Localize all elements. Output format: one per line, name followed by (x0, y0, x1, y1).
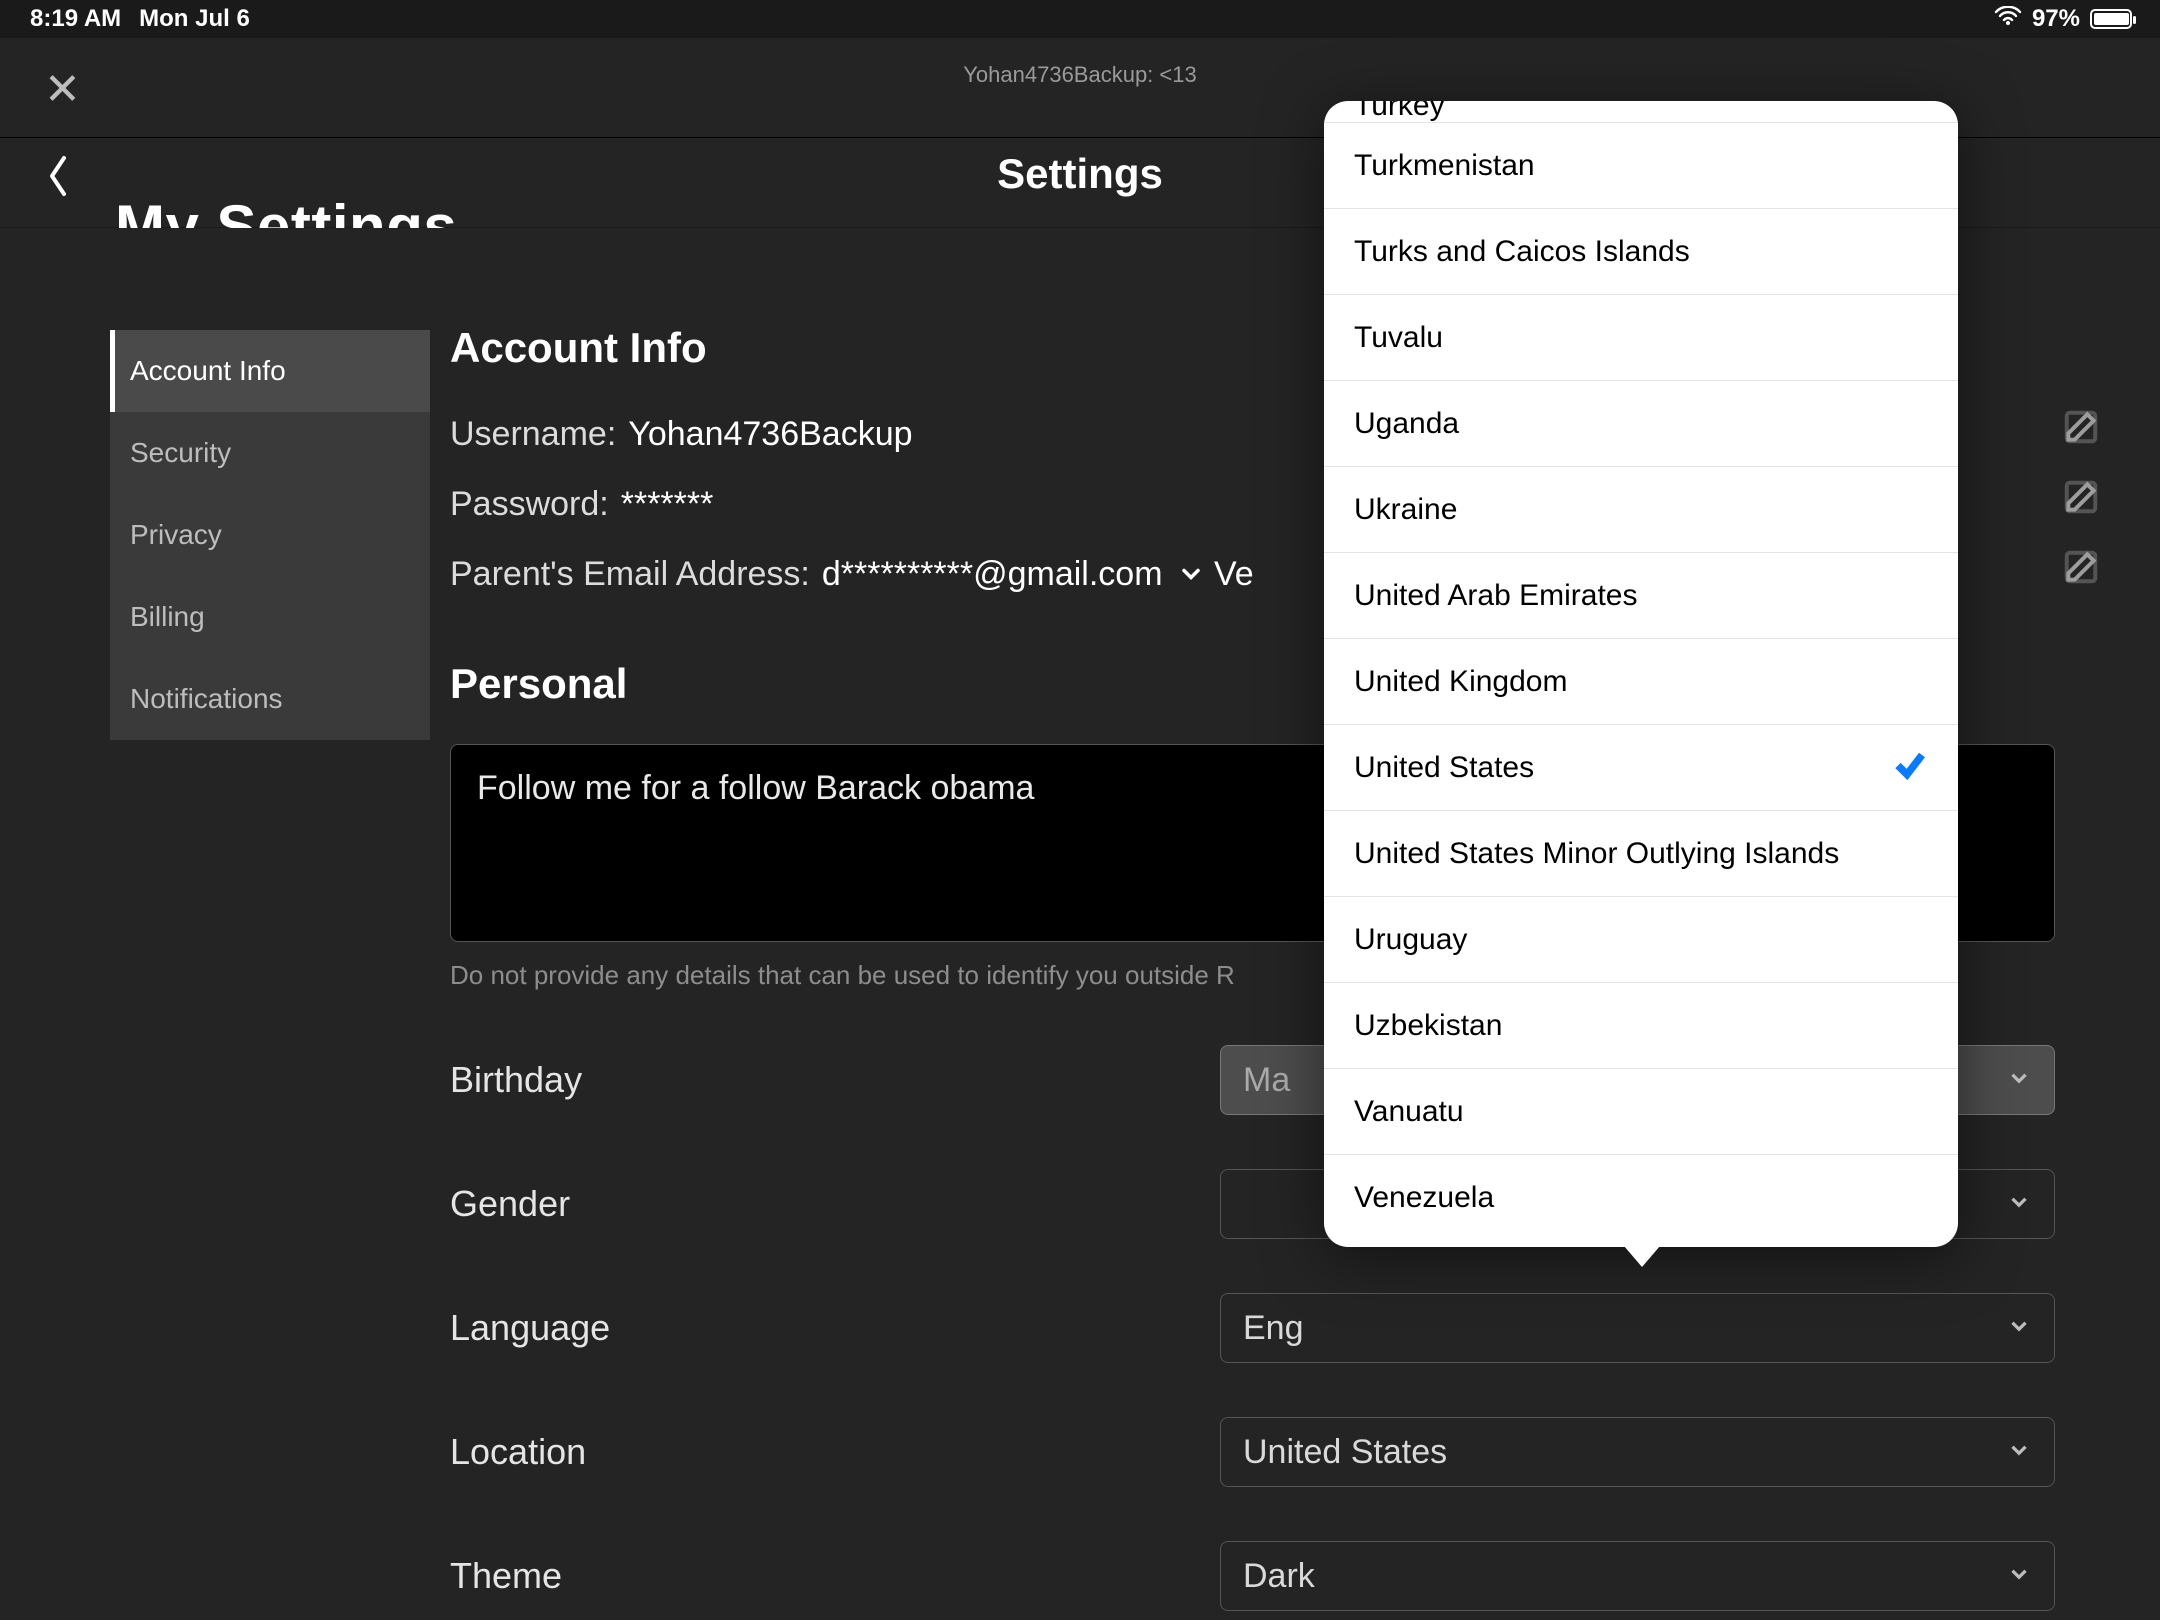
sidebar-item-label: Notifications (130, 683, 283, 715)
country-option-label: Venezuela (1354, 1181, 1494, 1215)
country-option-label: Uzbekistan (1354, 1009, 1502, 1043)
country-option-label: Tuvalu (1354, 321, 1443, 355)
sidebar-item-label: Security (130, 437, 231, 469)
chevron-down-icon (2006, 1309, 2032, 1348)
chevron-down-icon (2006, 1433, 2032, 1472)
sidebar-item-security[interactable]: Security (110, 412, 430, 494)
country-option[interactable]: Vanuatu (1324, 1069, 1958, 1155)
country-option-label: Turkmenistan (1354, 149, 1535, 183)
country-option-label: Vanuatu (1354, 1095, 1464, 1129)
location-select[interactable]: United States (1220, 1417, 2055, 1487)
verified-label: Ve (1214, 555, 1254, 594)
parent-email-value: d**********@gmail.com (822, 555, 1163, 594)
sidebar-item-billing[interactable]: Billing (110, 576, 430, 658)
language-select[interactable]: Eng (1220, 1293, 2055, 1363)
country-option-label: United States Minor Outlying Islands (1354, 837, 1839, 871)
sidebar-item-notifications[interactable]: Notifications (110, 658, 430, 740)
chevron-down-icon (1177, 560, 1205, 588)
country-option-label: United Kingdom (1354, 665, 1567, 699)
battery-icon (2090, 9, 2132, 29)
status-date: Mon Jul 6 (139, 5, 250, 33)
location-label: Location (450, 1431, 1220, 1473)
country-option-label: United Arab Emirates (1354, 579, 1637, 613)
country-option-label: United States (1354, 751, 1534, 785)
country-option[interactable]: United Arab Emirates (1324, 553, 1958, 639)
sidebar-item-label: Billing (130, 601, 205, 633)
country-option[interactable]: Venezuela (1324, 1155, 1958, 1241)
chevron-down-icon (2006, 1185, 2032, 1224)
wifi-icon (1994, 5, 2022, 33)
sidebar-item-label: Privacy (130, 519, 222, 551)
language-label: Language (450, 1307, 1220, 1349)
sidebar-item-label: Account Info (130, 355, 286, 387)
password-label: Password: (450, 485, 609, 524)
status-bar: 8:19 AM Mon Jul 6 97% (0, 0, 2160, 38)
country-option[interactable]: Tuvalu (1324, 295, 1958, 381)
theme-label: Theme (450, 1555, 1220, 1597)
gender-label: Gender (450, 1183, 1220, 1225)
location-popover[interactable]: Turkey Turkmenistan Turks and Caicos Islan… (1324, 101, 1958, 1247)
account-subtitle: Yohan4736Backup: <13 (963, 62, 1196, 88)
country-option[interactable]: United States Minor Outlying Islands (1324, 811, 1958, 897)
verified-indicator: Ve (1177, 555, 1254, 594)
popover-arrow-icon (1618, 1239, 1666, 1267)
sidebar: Account Info Security Privacy Billing No… (110, 330, 430, 740)
birthday-label: Birthday (450, 1059, 1220, 1101)
location-value: United States (1243, 1433, 1447, 1472)
country-option[interactable]: Turks and Caicos Islands (1324, 209, 1958, 295)
country-option[interactable]: Turkmenistan (1324, 123, 1958, 209)
country-option[interactable]: Uganda (1324, 381, 1958, 467)
country-option-label: Uruguay (1354, 923, 1467, 957)
country-option-label: Uganda (1354, 407, 1459, 441)
language-value: Eng (1243, 1309, 1304, 1348)
country-option-cut[interactable]: Turkey (1324, 101, 1958, 123)
username-label: Username: (450, 415, 616, 454)
country-option[interactable]: Ukraine (1324, 467, 1958, 553)
sidebar-item-privacy[interactable]: Privacy (110, 494, 430, 576)
country-option[interactable]: Uzbekistan (1324, 983, 1958, 1069)
check-icon (1892, 746, 1928, 790)
status-battery-pct: 97% (2032, 5, 2080, 33)
country-option[interactable]: Uruguay (1324, 897, 1958, 983)
country-option[interactable]: United Kingdom (1324, 639, 1958, 725)
theme-value: Dark (1243, 1557, 1315, 1596)
sidebar-item-account-info[interactable]: Account Info (110, 330, 430, 412)
theme-select[interactable]: Dark (1220, 1541, 2055, 1611)
password-value: ******* (621, 485, 714, 524)
bio-value: Follow me for a follow Barack obama (477, 769, 1034, 807)
edit-password-button[interactable] (2062, 478, 2100, 521)
status-time: 8:19 AM (30, 5, 121, 33)
page-title: Settings (997, 150, 1163, 198)
edit-username-button[interactable] (2062, 408, 2100, 451)
country-option[interactable]: United States (1324, 725, 1958, 811)
edit-parent-email-button[interactable] (2062, 548, 2100, 591)
parent-email-label: Parent's Email Address: (450, 555, 810, 594)
close-icon[interactable]: ✕ (44, 64, 81, 115)
back-icon[interactable] (44, 154, 72, 203)
chevron-down-icon (2006, 1061, 2032, 1100)
username-value: Yohan4736Backup (628, 415, 912, 454)
chevron-down-icon (2006, 1557, 2032, 1596)
country-option-label: Ukraine (1354, 493, 1457, 527)
birthday-value: Ma (1243, 1061, 1290, 1100)
country-option-label: Turks and Caicos Islands (1354, 235, 1690, 269)
